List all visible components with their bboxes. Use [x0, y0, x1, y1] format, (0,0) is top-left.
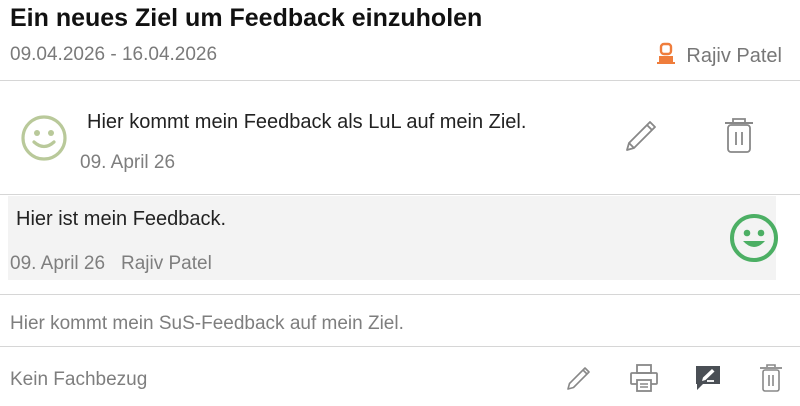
- trash-icon: [758, 363, 784, 398]
- pencil-icon: [621, 116, 661, 161]
- teacher-feedback-date: 09. April 26: [80, 152, 176, 173]
- divider: [0, 80, 800, 81]
- edit-feedback-button[interactable]: [618, 117, 664, 159]
- student-feedback-prompt[interactable]: Hier kommt mein SuS-Feedback auf mein Zi…: [10, 313, 404, 335]
- edit-goal-button[interactable]: [560, 362, 598, 398]
- reply-text: Hier ist mein Feedback.: [16, 208, 227, 230]
- delete-feedback-button[interactable]: [718, 117, 760, 159]
- divider: [0, 346, 800, 347]
- pencil-icon: [564, 363, 594, 398]
- goal-owner[interactable]: Rajiv Patel: [656, 42, 782, 70]
- goal-date-range: 09.04.2026 - 16.04.2026: [10, 44, 218, 65]
- teacher-feedback-text: Hier kommt mein Feedback als LuL auf mei…: [87, 111, 527, 133]
- feedback-reply: Hier ist mein Feedback. 09. April 26 Raj…: [8, 196, 779, 280]
- divider: [0, 294, 800, 295]
- trash-icon: [722, 117, 756, 160]
- print-button[interactable]: [625, 362, 663, 398]
- reply-author: Rajiv Patel: [121, 253, 212, 274]
- reply-date: 09. April 26: [10, 253, 106, 274]
- divider: [0, 194, 800, 195]
- goal-title: Ein neues Ziel um Feedback einzuholen: [10, 4, 483, 32]
- goal-owner-name: Rajiv Patel: [686, 44, 782, 67]
- print-icon: [628, 363, 660, 398]
- delete-goal-button[interactable]: [752, 362, 790, 398]
- person-icon: [656, 42, 676, 70]
- teacher-mood-smiley-icon: [20, 114, 68, 162]
- subject-label: Kein Fachbezug: [10, 369, 148, 390]
- add-comment-button[interactable]: [689, 362, 727, 398]
- reply-mood-smiley-icon: [729, 213, 779, 263]
- comment-edit-icon: [693, 363, 723, 398]
